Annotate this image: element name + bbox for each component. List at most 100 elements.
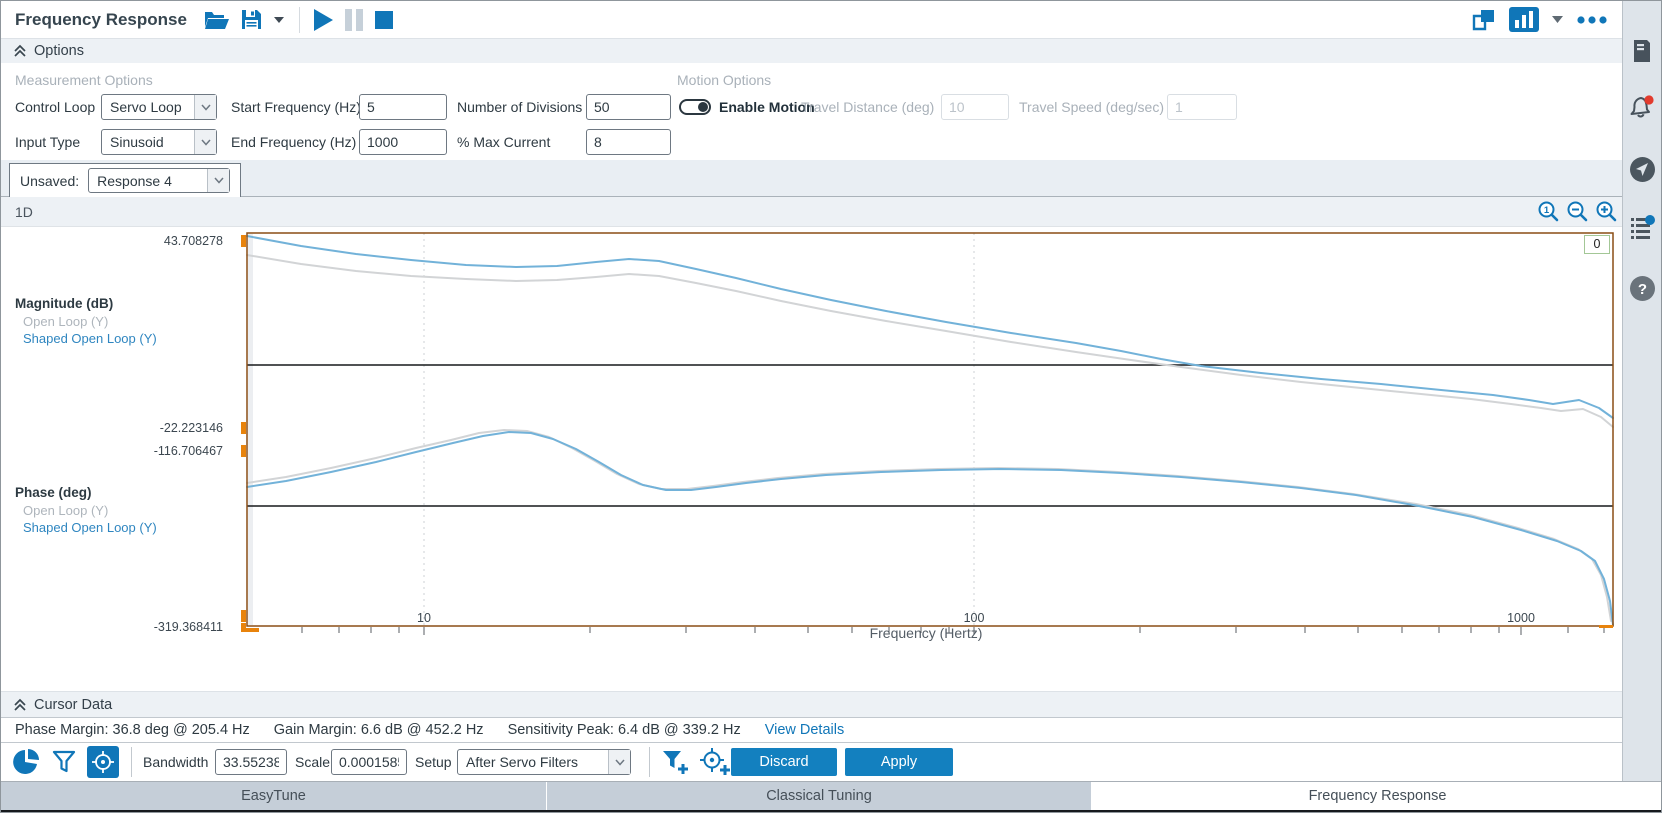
phase-open-loop-legend[interactable]: Open Loop (Y)	[23, 503, 108, 518]
control-loop-select[interactable]: Servo Loop	[101, 94, 217, 120]
filter-icon[interactable]	[51, 749, 77, 780]
chevron-down-icon	[194, 130, 216, 154]
chart-view-icon[interactable]	[1509, 7, 1539, 32]
view-details-link[interactable]: View Details	[765, 722, 845, 738]
divisions-input[interactable]	[586, 94, 671, 120]
discard-button[interactable]: Discard	[731, 748, 837, 776]
setup-select[interactable]: After Servo Filters	[457, 749, 631, 775]
scale-input[interactable]	[331, 749, 407, 775]
crosshair-icon[interactable]	[87, 746, 119, 778]
footer-divider	[131, 747, 132, 777]
mag-axis-max-label: 43.708278	[1, 234, 223, 248]
end-frequency-input[interactable]	[359, 129, 447, 155]
setup-label: Setup	[415, 754, 452, 770]
measurement-options-title: Measurement Options	[15, 72, 153, 88]
enable-motion-toggle[interactable]	[679, 99, 711, 115]
options-section-header[interactable]: Options	[1, 38, 1624, 63]
travel-speed-input[interactable]	[1167, 94, 1237, 120]
chevron-down-icon	[194, 95, 216, 119]
unsaved-label: Unsaved:	[20, 173, 79, 189]
tab-easytune[interactable]: EasyTune	[1, 782, 546, 810]
tab-classical-tuning[interactable]: Classical Tuning	[547, 782, 1091, 810]
save-dropdown-caret[interactable]	[273, 16, 285, 24]
phase-legend-title: Phase (deg)	[15, 485, 92, 500]
magnitude-open-loop-legend[interactable]: Open Loop (Y)	[23, 314, 108, 329]
response-tab-strip: Unsaved: Response 4	[1, 160, 1624, 197]
start-frequency-input[interactable]	[359, 94, 447, 120]
chart-area: 43.708278 -22.223146 -116.706467 -319.36…	[1, 227, 1624, 691]
play-icon[interactable]	[312, 8, 334, 32]
zoom-level-badge: 0	[1584, 235, 1610, 254]
phase-axis-min-label: -319.368411	[1, 620, 223, 634]
input-type-select[interactable]: Sinusoid	[101, 129, 217, 155]
tab-frequency-response[interactable]: Frequency Response	[1092, 782, 1662, 810]
cursor-data-section-header[interactable]: Cursor Data	[1, 691, 1624, 717]
top-toolbar: Frequency Response	[1, 1, 1624, 38]
save-icon[interactable]	[240, 8, 263, 31]
travel-distance-label: Travel Distance (deg)	[801, 99, 934, 115]
x-tick-10: 10	[394, 611, 454, 625]
help-icon[interactable]: ?	[1628, 274, 1656, 302]
frequency-response-window: Frequency Response	[0, 0, 1662, 813]
apply-button[interactable]: Apply	[845, 748, 953, 776]
control-loop-label: Control Loop	[15, 99, 95, 115]
phase-shaped-open-loop-legend[interactable]: Shaped Open Loop (Y)	[23, 520, 157, 535]
chevron-down-icon	[608, 750, 630, 774]
options-header-label: Options	[34, 43, 84, 59]
open-folder-icon[interactable]	[203, 9, 230, 31]
pause-icon[interactable]	[344, 8, 364, 32]
options-collapse-icon[interactable]	[13, 44, 27, 58]
chart-panel-header: 1D 1	[1, 197, 1624, 227]
cursor-data-header-label: Cursor Data	[34, 697, 112, 713]
right-sidebar: ?	[1622, 1, 1661, 781]
page-title: Frequency Response	[1, 10, 203, 30]
bandwidth-label: Bandwidth	[143, 754, 208, 770]
phase-margin-value: Phase Margin: 36.8 deg @ 205.4 Hz	[15, 722, 250, 738]
module-tab-bar: EasyTune Classical Tuning Frequency Resp…	[1, 781, 1662, 810]
svg-text:?: ?	[1637, 281, 1646, 298]
mag-axis-min-label: -22.223146	[1, 421, 223, 435]
travel-distance-input[interactable]	[941, 94, 1009, 120]
response-tab[interactable]: Unsaved: Response 4	[9, 163, 241, 197]
x-axis-title: Frequency (Hertz)	[861, 625, 991, 641]
zoom-100-icon[interactable]: 1	[1537, 200, 1560, 223]
scale-label: Scale	[295, 754, 330, 770]
end-frequency-label: End Frequency (Hz)	[231, 134, 356, 150]
motion-options-title: Motion Options	[677, 72, 771, 88]
magnitude-shaped-open-loop-legend[interactable]: Shaped Open Loop (Y)	[23, 331, 157, 346]
response-select[interactable]: Response 4	[88, 168, 230, 193]
chart-panel-label: 1D	[1, 204, 33, 220]
more-menu-icon[interactable]	[1576, 15, 1608, 25]
duplicate-view-icon[interactable]	[1471, 8, 1497, 32]
phase-axis-max-label: -116.706467	[1, 444, 223, 458]
magnitude-legend-title: Magnitude (dB)	[15, 296, 113, 311]
navigate-icon[interactable]	[1628, 155, 1656, 183]
notifications-icon[interactable]	[1628, 93, 1656, 121]
sensitivity-peak-value: Sensitivity Peak: 6.4 dB @ 339.2 Hz	[508, 722, 741, 738]
cursor-data-collapse-icon[interactable]	[13, 698, 27, 712]
options-panel: Measurement Options Control Loop Servo L…	[1, 63, 1624, 160]
chevron-down-icon	[207, 169, 229, 192]
max-current-label: % Max Current	[457, 134, 550, 150]
x-tick-1000: 1000	[1491, 611, 1551, 625]
chart-view-caret[interactable]	[1551, 15, 1564, 24]
add-filter-icon[interactable]	[661, 749, 691, 781]
zoom-in-icon[interactable]	[1595, 200, 1618, 223]
divisions-label: Number of Divisions	[457, 99, 582, 115]
zoom-out-icon[interactable]	[1566, 200, 1589, 223]
pie-chart-icon[interactable]	[13, 748, 41, 781]
gain-margin-value: Gain Margin: 6.6 dB @ 452.2 Hz	[274, 722, 484, 738]
max-current-input[interactable]	[586, 129, 671, 155]
add-crosshair-icon[interactable]	[699, 747, 731, 782]
footer-divider	[649, 747, 650, 777]
bottom-toolbar: Bandwidth Scale Setup After Servo Filter…	[1, 743, 1624, 781]
log-list-icon[interactable]	[1628, 213, 1656, 241]
bode-plot[interactable]	[1, 227, 1624, 691]
stop-icon[interactable]	[374, 10, 394, 30]
bandwidth-input[interactable]	[215, 749, 287, 775]
input-type-label: Input Type	[15, 134, 80, 150]
controller-icon[interactable]	[1628, 37, 1656, 65]
travel-speed-label: Travel Speed (deg/sec)	[1019, 99, 1164, 115]
chart-zoom-controls: 1	[1537, 200, 1618, 223]
svg-text:1: 1	[1544, 205, 1550, 216]
